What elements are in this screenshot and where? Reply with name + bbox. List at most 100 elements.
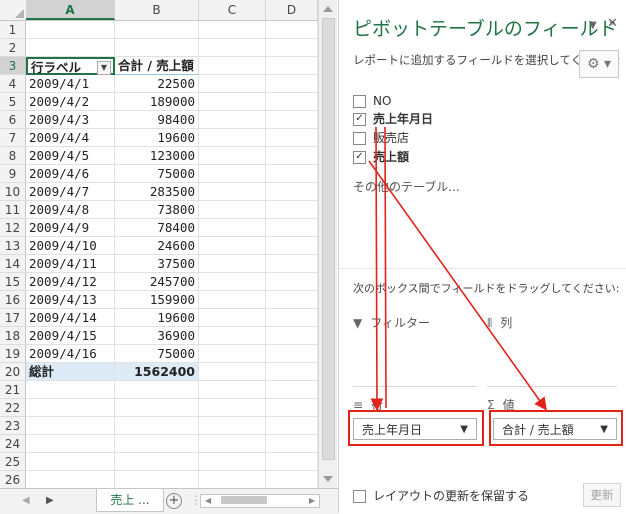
date-cell[interactable]: 2009/4/16 (26, 345, 115, 363)
cell[interactable] (115, 381, 199, 399)
total-amount-cell[interactable]: 1562400 (115, 363, 199, 381)
amount-cell[interactable]: 19600 (115, 129, 199, 147)
row-header[interactable]: 12 (0, 219, 26, 237)
amount-cell[interactable]: 36900 (115, 327, 199, 345)
row-header[interactable]: 9 (0, 165, 26, 183)
cell[interactable] (199, 57, 266, 75)
hscroll-right-icon[interactable]: ▶ (309, 496, 315, 505)
date-cell[interactable]: 2009/4/15 (26, 327, 115, 345)
row-header[interactable]: 25 (0, 453, 26, 471)
cell[interactable] (199, 147, 266, 165)
column-header-c[interactable]: C (199, 0, 266, 20)
cell[interactable] (266, 435, 318, 453)
cell[interactable] (199, 471, 266, 489)
add-sheet-icon[interactable]: + (166, 493, 182, 509)
total-label-cell[interactable]: 総計 (26, 363, 115, 381)
cell[interactable] (26, 21, 115, 39)
field-checkbox-sales-date[interactable]: ✓ (353, 113, 366, 126)
cell[interactable] (266, 291, 318, 309)
cell[interactable] (266, 57, 318, 75)
cell[interactable] (266, 327, 318, 345)
cell[interactable] (115, 21, 199, 39)
row-header[interactable]: 19 (0, 345, 26, 363)
amount-cell[interactable]: 123000 (115, 147, 199, 165)
date-cell[interactable]: 2009/4/6 (26, 165, 115, 183)
row-header[interactable]: 20 (0, 363, 26, 381)
row-header[interactable]: 11 (0, 201, 26, 219)
cell[interactable] (115, 435, 199, 453)
field-checkbox-sales-amount[interactable]: ✓ (353, 151, 366, 164)
cell[interactable] (26, 453, 115, 471)
cell[interactable] (266, 75, 318, 93)
filter-dropdown-icon[interactable]: ▼ (97, 61, 111, 75)
cell[interactable] (199, 453, 266, 471)
scroll-up-icon[interactable] (323, 6, 333, 12)
amount-cell[interactable]: 22500 (115, 75, 199, 93)
cell[interactable] (26, 435, 115, 453)
cell[interactable] (266, 21, 318, 39)
amount-cell[interactable]: 159900 (115, 291, 199, 309)
amount-cell[interactable]: 75000 (115, 345, 199, 363)
field-checkbox-no[interactable] (353, 95, 366, 108)
cell[interactable] (115, 39, 199, 57)
defer-update-checkbox[interactable] (353, 490, 366, 503)
sheet-tab-sales[interactable]: 売上 ... (96, 489, 164, 512)
amount-cell[interactable]: 24600 (115, 237, 199, 255)
row-header[interactable]: 18 (0, 327, 26, 345)
row-header[interactable]: 15 (0, 273, 26, 291)
cell[interactable] (199, 75, 266, 93)
cell[interactable] (199, 39, 266, 57)
date-cell[interactable]: 2009/4/8 (26, 201, 115, 219)
row-header[interactable]: 1 (0, 21, 26, 39)
field-no[interactable]: NO (353, 93, 391, 109)
hscroll-left-icon[interactable]: ◀ (205, 496, 211, 505)
date-cell[interactable]: 2009/4/1 (26, 75, 115, 93)
tab-scroll-left-icon[interactable]: ◀ (22, 495, 30, 506)
update-button[interactable]: 更新 (583, 483, 621, 507)
row-header[interactable]: 22 (0, 399, 26, 417)
date-cell[interactable]: 2009/4/7 (26, 183, 115, 201)
row-header[interactable]: 10 (0, 183, 26, 201)
row-header[interactable]: 4 (0, 75, 26, 93)
cell[interactable] (199, 291, 266, 309)
vertical-scrollbar[interactable] (318, 0, 337, 488)
cell[interactable] (266, 453, 318, 471)
row-header[interactable]: 26 (0, 471, 26, 489)
cell[interactable] (266, 39, 318, 57)
date-cell[interactable]: 2009/4/12 (26, 273, 115, 291)
cell[interactable] (199, 255, 266, 273)
select-all-corner[interactable] (0, 0, 27, 20)
row-header[interactable]: 17 (0, 309, 26, 327)
cell[interactable] (199, 201, 266, 219)
cell[interactable] (266, 165, 318, 183)
date-cell[interactable]: 2009/4/4 (26, 129, 115, 147)
row-header[interactable]: 23 (0, 417, 26, 435)
cell[interactable] (26, 381, 115, 399)
cell[interactable] (199, 381, 266, 399)
amount-cell[interactable]: 75000 (115, 165, 199, 183)
cell[interactable] (266, 417, 318, 435)
row-header[interactable]: 24 (0, 435, 26, 453)
cell[interactable] (266, 129, 318, 147)
horizontal-scrollbar[interactable]: ◀ ▶ (200, 494, 320, 508)
amount-cell[interactable]: 283500 (115, 183, 199, 201)
field-store[interactable]: 販売店 (353, 130, 409, 146)
column-header-b[interactable]: B (115, 0, 199, 20)
cell[interactable] (266, 201, 318, 219)
date-cell[interactable]: 2009/4/14 (26, 309, 115, 327)
date-cell[interactable]: 2009/4/9 (26, 219, 115, 237)
cell[interactable] (199, 129, 266, 147)
date-cell[interactable]: 2009/4/5 (26, 147, 115, 165)
cell[interactable] (115, 453, 199, 471)
cell[interactable] (115, 417, 199, 435)
row-header[interactable]: 13 (0, 237, 26, 255)
amount-cell[interactable]: 98400 (115, 111, 199, 129)
pivot-value-label-cell[interactable]: 合計 / 売上額 (115, 57, 199, 75)
cell[interactable] (26, 471, 115, 489)
row-header[interactable]: 5 (0, 93, 26, 111)
row-header[interactable]: 3 (0, 57, 26, 75)
cell[interactable] (266, 363, 318, 381)
cell[interactable] (266, 147, 318, 165)
cell[interactable] (115, 399, 199, 417)
pivot-row-label-cell[interactable]: 行ラベル ▼ (26, 57, 115, 75)
